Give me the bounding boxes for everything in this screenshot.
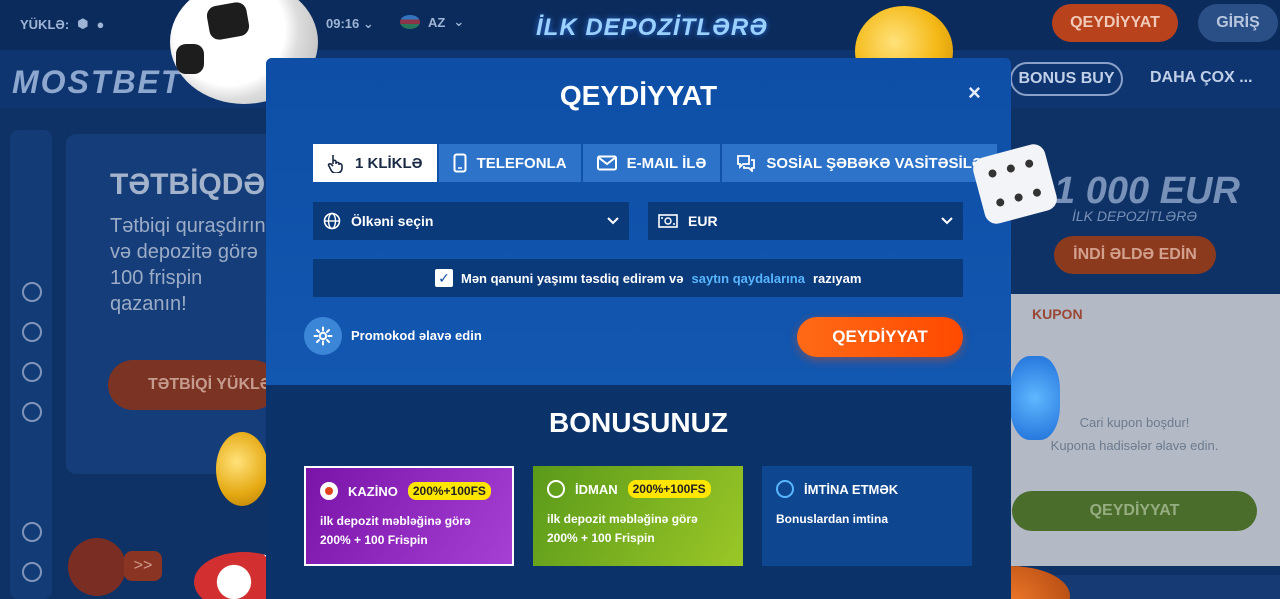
get-bonus-button[interactable]: İNDİ ƏLDƏ EDİN [1054,236,1216,274]
language-selector[interactable]: AZ ⌄ [400,14,464,30]
chevron-down-icon [941,217,953,225]
bonus-description: ilk depozit məbləğinə görə 200% + 100 Fr… [547,510,729,548]
country-select-value: Ölkəni seçin [351,213,434,229]
tab-email[interactable]: E-MAIL İLƏ [582,144,721,182]
coupon-empty-line2: Kupona hadisələr əlavə edin. [1050,438,1219,453]
sport-icon-other[interactable] [22,562,42,582]
promo-code-label[interactable]: Promokod əlavə edin [351,328,482,343]
bonus-desc-line1: ilk depozit məbləğinə görə [547,512,698,526]
agree-text-before: Mən qanuni yaşımı təsdiq edirəm və [461,270,684,286]
coupon-register-button[interactable]: QEYDİYYAT [1012,491,1257,531]
android-icon[interactable]: ⬢ [77,16,88,32]
close-icon[interactable]: × [968,80,981,106]
age-rules-agreement: ✓ Mən qanuni yaşımı təsdiq edirəm və say… [313,259,963,297]
app-download-button[interactable]: TƏTBİQİ YÜKLƏ [108,360,278,410]
header-register-button[interactable]: QEYDİYYAT [1052,4,1178,42]
country-select[interactable]: Ölkəni seçin [313,202,629,240]
agree-text-after: razıyam [812,270,862,286]
bonus-title: BONUSUNUZ [549,407,728,438]
bonus-desc-line2: 200% + 100 Frispin [547,531,655,545]
bonus-name: İMTİNA ETMƏK [804,481,899,497]
sport-icon-volleyball[interactable] [22,522,42,542]
hand-pointer-icon [327,155,343,173]
tab-phone[interactable]: TELEFONLA [438,144,581,182]
chat-icon [737,155,756,172]
currency-select-value: EUR [688,213,718,229]
app-banner-title: TƏTBİQDƏ [110,168,266,201]
coin-decoration-small [216,432,268,506]
envelope-icon [596,155,617,171]
bonus-description: ilk depozit məbləğinə görə 200% + 100 Fr… [320,512,498,550]
bonus-name: KAZİNO [348,483,398,499]
bonus-badge: 200%+100FS [407,482,491,500]
site-logo[interactable]: MOSTBET [12,64,182,101]
download-app[interactable]: YÜKLƏ: ⬢ ● [20,16,104,32]
bonus-option-casino[interactable]: KAZİNO 200%+100FS ilk depozit məbləğinə … [304,466,514,566]
promo-subtitle: İLK DEPOZİTLƏRƏ [1072,208,1198,224]
chevron-down-icon [607,217,619,225]
logo-text: MOSTBET [12,64,183,100]
registration-modal: QEYDİYYAT × 1 KLİKLƏ TELEFONLA E-MAIL İL… [266,58,1011,599]
bonus-desc-line1: Bonuslardan imtina [776,512,889,526]
bonus-option-decline[interactable]: İMTİNA ETMƏK Bonuslardan imtina [762,466,972,566]
tab-social[interactable]: SOSİAL ŞƏBƏKƏ VASİTƏSİLƏ [722,144,997,182]
sport-icon-hockey[interactable] [22,362,42,382]
promo-banner-title[interactable]: İLK DEPOZİTLƏRƏ [536,14,768,42]
sport-icon-tennis[interactable] [22,322,42,342]
chevron-down-icon: ⌄ [453,14,465,29]
clock[interactable]: 09:16 ⌄ [326,16,374,32]
bonus-name: İDMAN [575,481,618,497]
sport-icon-soccer[interactable] [22,282,42,302]
globe-icon [323,212,341,230]
tab-label: TELEFONLA [476,154,567,172]
download-label: YÜKLƏ: [20,16,70,32]
bonus-badge: 200%+100FS [627,480,711,498]
register-submit-button[interactable]: QEYDİYYAT [797,317,963,357]
agree-checkbox[interactable]: ✓ [435,269,453,287]
sport-icon-basketball[interactable] [22,402,42,422]
gift-icon[interactable] [68,538,126,596]
gear-icon [313,326,333,346]
apple-icon[interactable]: ● [97,17,105,32]
modal-title: QEYDİYYAT [559,80,718,111]
bonus-option-sport[interactable]: İDMAN 200%+100FS ilk depozit məbləğinə g… [533,466,743,566]
app-banner-text: Tətbiqi quraşdırın və depozitə görə 100 … [110,215,266,315]
language-label: AZ [428,14,446,30]
gift-arrow-button[interactable]: >> [124,551,162,581]
coupon-header[interactable]: KUPON [1032,306,1083,322]
registration-tabs: 1 KLİKLƏ TELEFONLA E-MAIL İLƏ SOSİAL ŞƏB… [313,144,997,182]
bonus-description: Bonuslardan imtina [776,510,958,529]
time-label: 09:16 [326,16,360,31]
tab-label: 1 KLİKLƏ [355,154,423,172]
bonus-radio-casino[interactable] [320,482,338,500]
bonus-desc-line2: 200% + 100 Frispin [320,533,428,547]
rules-link[interactable]: saytın qaydalarına [692,271,805,286]
bonus-desc-line1: ilk depozit məbləğinə görə [320,514,471,528]
tab-one-click[interactable]: 1 KLİKLƏ [313,144,437,182]
nav-more[interactable]: DAHA ÇOX ... [1150,69,1253,87]
flag-icon [400,15,420,29]
promo-amount: 1 000 EUR [1054,170,1240,212]
tab-label: E-MAIL İLƏ [626,154,707,172]
nav-bonus-buy[interactable]: BONUS BUY [1010,62,1123,96]
bonus-radio-decline[interactable] [776,480,794,498]
chip-decoration [1010,356,1060,440]
phone-icon [453,153,467,173]
bonus-radio-sport[interactable] [547,480,565,498]
tab-label: SOSİAL ŞƏBƏKƏ VASİTƏSİLƏ [766,154,983,172]
promo-code-button[interactable] [304,317,342,355]
currency-select[interactable]: EUR [648,202,963,240]
header-login-button[interactable]: GİRİŞ [1198,4,1278,42]
money-icon [658,214,678,228]
